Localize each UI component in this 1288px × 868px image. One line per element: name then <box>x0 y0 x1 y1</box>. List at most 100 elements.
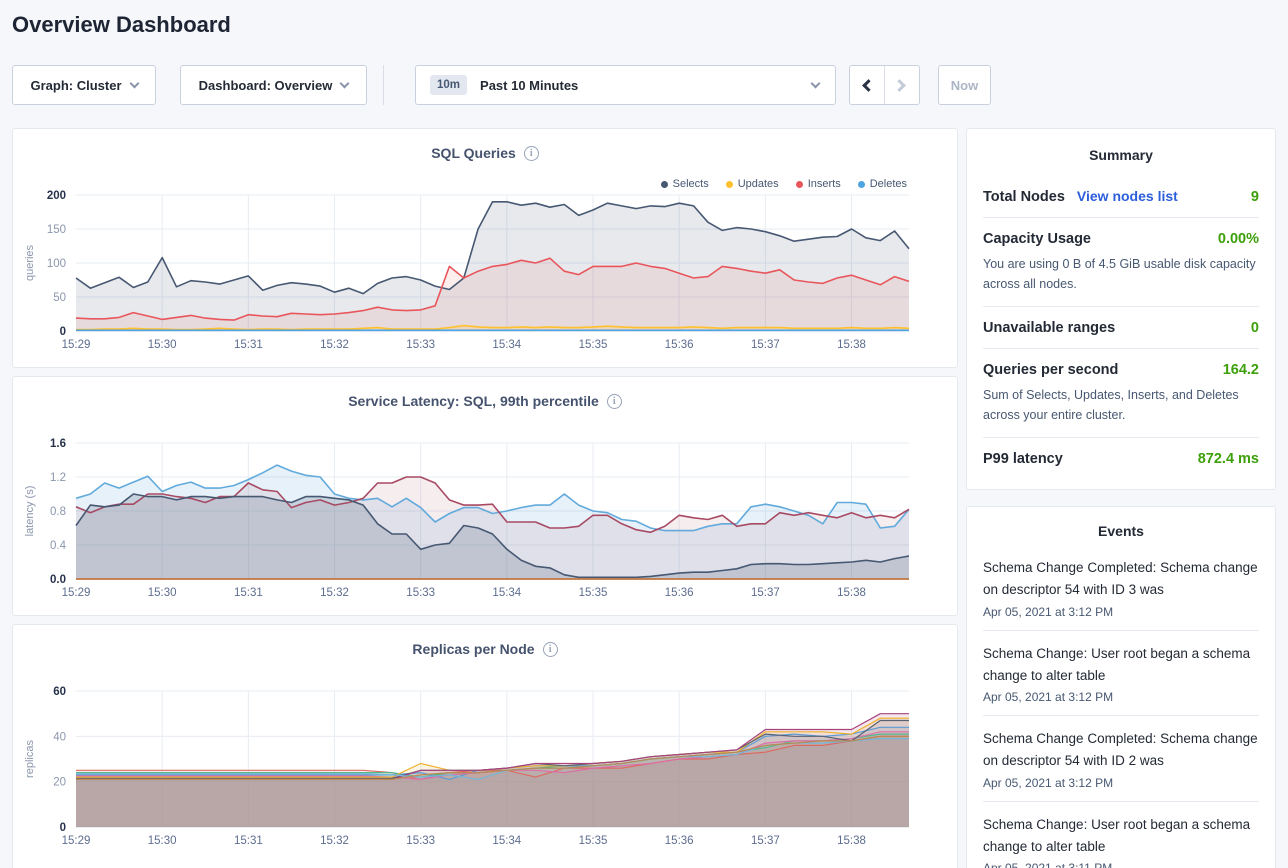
next-time-button[interactable] <box>885 66 920 104</box>
summary-row-value: 0 <box>1251 320 1259 336</box>
svg-text:100: 100 <box>47 258 66 270</box>
event-message: Schema Change: User root began a schema … <box>983 643 1259 688</box>
toolbar-divider <box>383 65 384 105</box>
graph-dropdown-label: Graph: Cluster <box>30 78 121 93</box>
summary-row-label: Capacity Usage <box>983 231 1091 247</box>
chevron-down-icon <box>129 78 139 88</box>
svg-text:15:36: 15:36 <box>665 339 694 351</box>
legend-dot-icon <box>661 181 668 188</box>
svg-text:15:29: 15:29 <box>62 587 91 599</box>
svg-text:queries: queries <box>24 244 36 281</box>
chevron-left-icon <box>862 79 875 92</box>
svg-text:15:36: 15:36 <box>665 587 694 599</box>
summary-row-label: P99 latency <box>983 451 1063 467</box>
summary-row-total-nodes: Total Nodes View nodes list 9 <box>983 175 1259 217</box>
info-icon[interactable] <box>543 642 558 657</box>
event-timestamp: Apr 05, 2021 at 3:12 PM <box>983 776 1259 790</box>
dashboard-dropdown[interactable]: Dashboard: Overview <box>180 65 367 105</box>
events-panel: Events Schema Change Completed: Schema c… <box>966 506 1276 868</box>
summary-panel: Summary Total Nodes View nodes list 9 Ca… <box>966 128 1276 490</box>
svg-text:1.2: 1.2 <box>50 472 66 484</box>
replicas-per-node-chart[interactable]: 020406015:2915:3015:3115:3215:3315:3415:… <box>13 685 959 857</box>
svg-text:15:30: 15:30 <box>148 339 177 351</box>
page-title: Overview Dashboard <box>12 12 231 38</box>
summary-row-value: 872.4 ms <box>1198 451 1259 467</box>
info-icon[interactable] <box>607 394 622 409</box>
svg-text:15:37: 15:37 <box>751 339 780 351</box>
summary-row-description: You are using 0 B of 4.5 GiB usable disk… <box>983 254 1259 294</box>
chart-title: Service Latency: SQL, 99th percentile <box>348 393 599 409</box>
event-item[interactable]: Schema Change: User root began a schema … <box>983 801 1259 868</box>
svg-text:15:34: 15:34 <box>492 587 521 599</box>
legend-dot-icon <box>796 181 803 188</box>
svg-text:15:33: 15:33 <box>406 835 435 847</box>
legend-dot-icon <box>726 181 733 188</box>
info-icon[interactable] <box>524 146 539 161</box>
svg-text:0: 0 <box>60 822 66 834</box>
svg-text:1.6: 1.6 <box>50 438 66 450</box>
prev-time-button[interactable] <box>850 66 885 104</box>
summary-row-p99-latency: P99 latency 872.4 ms <box>983 437 1259 479</box>
svg-text:0.8: 0.8 <box>50 506 66 518</box>
svg-text:15:38: 15:38 <box>837 339 866 351</box>
chart-title: Replicas per Node <box>412 641 534 657</box>
svg-text:15:34: 15:34 <box>492 339 521 351</box>
sql-queries-chart[interactable]: 05010015020015:2915:3015:3115:3215:3315:… <box>13 189 959 361</box>
summary-row-value: 164.2 <box>1223 362 1259 378</box>
summary-title: Summary <box>983 145 1259 163</box>
summary-row-queries-per-second: Queries per second 164.2 Sum of Selects,… <box>983 348 1259 437</box>
now-button[interactable]: Now <box>938 65 991 105</box>
svg-text:15:35: 15:35 <box>579 587 608 599</box>
view-nodes-list-link[interactable]: View nodes list <box>1077 188 1178 204</box>
summary-row-unavailable-ranges: Unavailable ranges 0 <box>983 306 1259 348</box>
event-message: Schema Change Completed: Schema change o… <box>983 728 1259 773</box>
svg-text:15:35: 15:35 <box>579 835 608 847</box>
chevron-down-icon <box>811 78 821 88</box>
svg-text:50: 50 <box>53 292 66 304</box>
svg-text:60: 60 <box>53 686 66 698</box>
legend-dot-icon <box>858 181 865 188</box>
svg-text:15:31: 15:31 <box>234 835 263 847</box>
svg-text:15:37: 15:37 <box>751 587 780 599</box>
dashboard-dropdown-label: Dashboard: Overview <box>199 78 333 93</box>
replicas-per-node-chart-card: Replicas per Node 020406015:2915:3015:31… <box>12 624 958 868</box>
event-item[interactable]: Schema Change Completed: Schema change o… <box>983 545 1259 630</box>
summary-row-value: 0.00% <box>1218 231 1259 247</box>
svg-text:15:31: 15:31 <box>234 587 263 599</box>
svg-text:15:30: 15:30 <box>148 587 177 599</box>
chevron-down-icon <box>340 78 350 88</box>
svg-text:15:38: 15:38 <box>837 835 866 847</box>
svg-text:0: 0 <box>60 326 66 338</box>
time-range-selector[interactable]: 10m Past 10 Minutes <box>415 65 836 105</box>
overview-dashboard-page: Overview Dashboard Graph: Cluster Dashbo… <box>0 0 1288 868</box>
svg-text:200: 200 <box>47 190 66 202</box>
event-message: Schema Change Completed: Schema change o… <box>983 557 1259 602</box>
svg-text:15:38: 15:38 <box>837 587 866 599</box>
svg-text:15:36: 15:36 <box>665 835 694 847</box>
now-button-label: Now <box>951 78 978 93</box>
svg-text:15:37: 15:37 <box>751 835 780 847</box>
svg-text:0.0: 0.0 <box>50 574 66 586</box>
summary-row-description: Sum of Selects, Updates, Inserts, and De… <box>983 385 1259 425</box>
svg-text:15:32: 15:32 <box>320 587 349 599</box>
service-latency-chart-card: Service Latency: SQL, 99th percentile 0.… <box>12 376 958 616</box>
svg-text:0.4: 0.4 <box>50 540 67 552</box>
chevron-right-icon <box>893 79 906 92</box>
event-message: Schema Change: User root began a schema … <box>983 814 1259 859</box>
time-range-badge: 10m <box>430 75 467 95</box>
svg-text:replicas: replicas <box>24 740 36 778</box>
summary-row-label: Queries per second <box>983 362 1118 378</box>
svg-text:15:33: 15:33 <box>406 339 435 351</box>
svg-text:latency (s): latency (s) <box>24 486 36 537</box>
graph-dropdown[interactable]: Graph: Cluster <box>12 65 156 105</box>
service-latency-chart[interactable]: 0.00.40.81.21.615:2915:3015:3115:3215:33… <box>13 437 959 609</box>
svg-text:15:34: 15:34 <box>492 835 521 847</box>
event-timestamp: Apr 05, 2021 at 3:12 PM <box>983 605 1259 619</box>
svg-text:15:31: 15:31 <box>234 339 263 351</box>
events-title: Events <box>983 521 1259 539</box>
svg-text:15:29: 15:29 <box>62 835 91 847</box>
time-range-label: Past 10 Minutes <box>480 78 578 93</box>
summary-row-value: 9 <box>1251 189 1259 205</box>
event-item[interactable]: Schema Change Completed: Schema change o… <box>983 715 1259 801</box>
event-item[interactable]: Schema Change: User root began a schema … <box>983 630 1259 716</box>
